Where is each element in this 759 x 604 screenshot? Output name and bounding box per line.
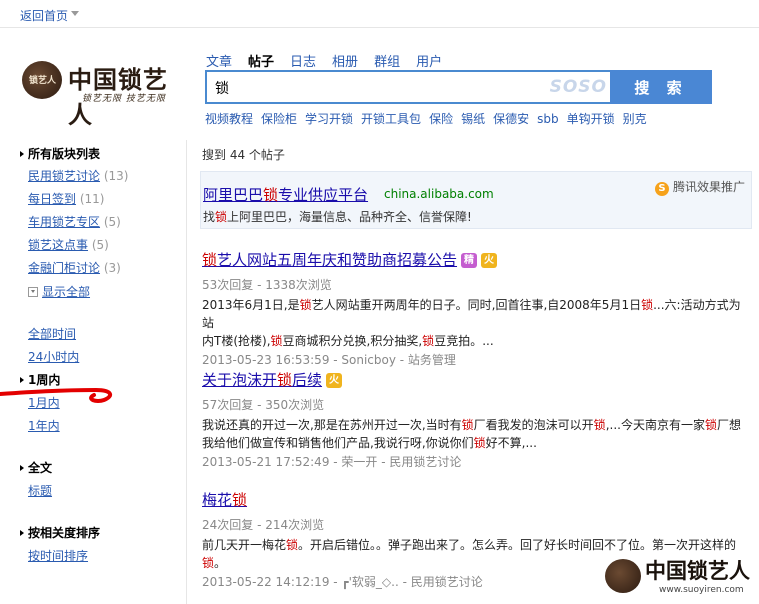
top-divider [0, 27, 759, 28]
result-title-link[interactable]: 锁艺人网站五周年庆和赞助商招募公告 [202, 251, 457, 269]
soso-logo: SOSO [549, 77, 607, 97]
scope-selected: 全文 [20, 459, 52, 476]
hot-keywords: 视频教程 保险柜 学习开锁 开锁工具包 保险 锡纸 保德安 sbb 单钩开锁 别克 [205, 110, 655, 127]
hot-keyword[interactable]: 学习开锁 [305, 112, 353, 126]
result-item: 关于泡沫开锁后续火 57次回复 - 350次浏览 我说还真的开过一次,那是在苏州… [202, 369, 752, 470]
show-all-boards[interactable]: 显示全部 [28, 283, 90, 300]
result-snippet: 我说还真的开过一次,那是在苏州开过一次,当时有锁厂看我发的泡沫可以开锁,...今… [202, 418, 741, 450]
soso-ad-icon: S [654, 182, 669, 196]
watermark-logo: 中国锁艺人 www.suoyiren.com [605, 555, 755, 601]
board-count: (5) [103, 215, 121, 229]
show-all-link[interactable]: 显示全部 [42, 285, 90, 299]
result-title-link[interactable]: 关于泡沫开锁后续 [202, 371, 322, 389]
sort-selected: 按相关度排序 [20, 524, 100, 541]
board-count: (13) [103, 169, 129, 183]
ad-description: 找锁上阿里巴巴，海量信息、品种齐全、信誉保障! [203, 210, 472, 224]
time-filter-24h[interactable]: 24小时内 [28, 350, 79, 364]
result-info: 2013-05-21 17:52:49 - 荣一开 - 民用锁艺讨论 [202, 455, 462, 469]
board-item: 每日签到 (11) [28, 190, 104, 207]
board-count: (11) [79, 192, 105, 206]
result-stats: 57次回复 - 350次浏览 [202, 398, 325, 412]
board-count: (5) [91, 238, 109, 252]
search-box: SOSO [205, 70, 611, 104]
column-divider [186, 140, 187, 604]
result-count: 搜到 44 个帖子 [202, 148, 285, 162]
tab-articles[interactable]: 文章 [206, 51, 232, 70]
board-link[interactable]: 每日签到 [28, 192, 76, 206]
hot-keyword[interactable]: 别克 [623, 112, 647, 126]
tab-posts[interactable]: 帖子 [248, 51, 274, 70]
ad-label[interactable]: S 腾讯效果推广 [654, 178, 745, 196]
tab-albums[interactable]: 相册 [332, 51, 358, 70]
board-link[interactable]: 车用锁艺专区 [28, 215, 100, 229]
result-snippet: 2013年6月1日,是锁艺人网站重开两周年的日子。同时,回首往事,自2008年5… [202, 298, 741, 348]
logo-seal-icon: 锁艺人 [22, 61, 62, 99]
ad-title-link[interactable]: 阿里巴巴锁专业供应平台 [203, 184, 368, 205]
boards-heading: 所有版块列表 [20, 145, 100, 162]
watermark-title: 中国锁艺人 [645, 558, 750, 583]
tab-users[interactable]: 用户 [416, 51, 442, 70]
scope-title-only[interactable]: 标题 [28, 484, 52, 498]
site-logo[interactable]: 锁艺人 中国锁艺人 锁艺无限 技艺无限 [22, 58, 182, 129]
board-item: 金融门柜讨论 (3) [28, 259, 121, 276]
hot-keyword[interactable]: 单钩开锁 [567, 112, 615, 126]
logo-subtitle: 锁艺无限 技艺无限 [82, 94, 166, 104]
board-link[interactable]: 锁艺这点事 [28, 238, 88, 252]
sponsored-result: 阿里巴巴锁专业供应平台 china.alibaba.com 找锁上阿里巴巴，海量… [200, 171, 752, 229]
sort-by-time[interactable]: 按时间排序 [28, 549, 88, 563]
chevron-down-icon[interactable] [71, 11, 79, 16]
caret-right-icon [20, 151, 24, 157]
board-link[interactable]: 民用锁艺讨论 [28, 169, 100, 183]
tab-groups[interactable]: 群组 [374, 51, 400, 70]
essence-badge-icon: 精 [461, 253, 478, 268]
result-info: 2013-05-23 16:53:59 - Sonicboy - 站务管理 [202, 353, 456, 367]
board-item: 锁艺这点事 (5) [28, 236, 109, 253]
hot-keyword[interactable]: 开锁工具包 [361, 112, 421, 126]
board-item: 民用锁艺讨论 (13) [28, 167, 128, 184]
watermark-seal-icon [605, 559, 641, 593]
hot-keyword[interactable]: 视频教程 [205, 112, 253, 126]
red-annotation-mark [0, 387, 113, 404]
board-count: (3) [103, 261, 121, 275]
time-filter-all[interactable]: 全部时间 [28, 327, 76, 341]
board-item: 车用锁艺专区 (5) [28, 213, 121, 230]
hot-keyword[interactable]: sbb [537, 112, 559, 126]
hot-keyword[interactable]: 锡纸 [461, 112, 485, 126]
caret-right-icon [20, 530, 24, 536]
hot-badge-icon: 火 [481, 253, 498, 268]
result-title-link[interactable]: 梅花锁 [202, 491, 247, 509]
watermark-url: www.suoyiren.com [659, 585, 744, 595]
hot-keyword[interactable]: 保险 [429, 112, 453, 126]
result-stats: 24次回复 - 214次浏览 [202, 518, 325, 532]
hot-keyword[interactable]: 保德安 [493, 112, 529, 126]
result-stats: 53次回复 - 1338次浏览 [202, 278, 332, 292]
ad-url: china.alibaba.com [384, 187, 494, 201]
hot-keyword[interactable]: 保险柜 [261, 112, 297, 126]
search-type-tabs: 文章 帖子 日志 相册 群组 用户 [206, 51, 458, 70]
board-link[interactable]: 金融门柜讨论 [28, 261, 100, 275]
home-link[interactable]: 返回首页 [20, 7, 68, 24]
hot-badge-icon: 火 [326, 373, 343, 388]
search-input[interactable] [215, 78, 545, 98]
tab-blogs[interactable]: 日志 [290, 51, 316, 70]
result-item: 锁艺人网站五周年庆和赞助商招募公告精火 53次回复 - 1338次浏览 2013… [202, 249, 752, 368]
search-button[interactable]: 搜 索 [610, 70, 712, 104]
expand-icon [28, 287, 38, 297]
time-filter-1year[interactable]: 1年内 [28, 419, 60, 433]
caret-right-icon [20, 465, 24, 471]
